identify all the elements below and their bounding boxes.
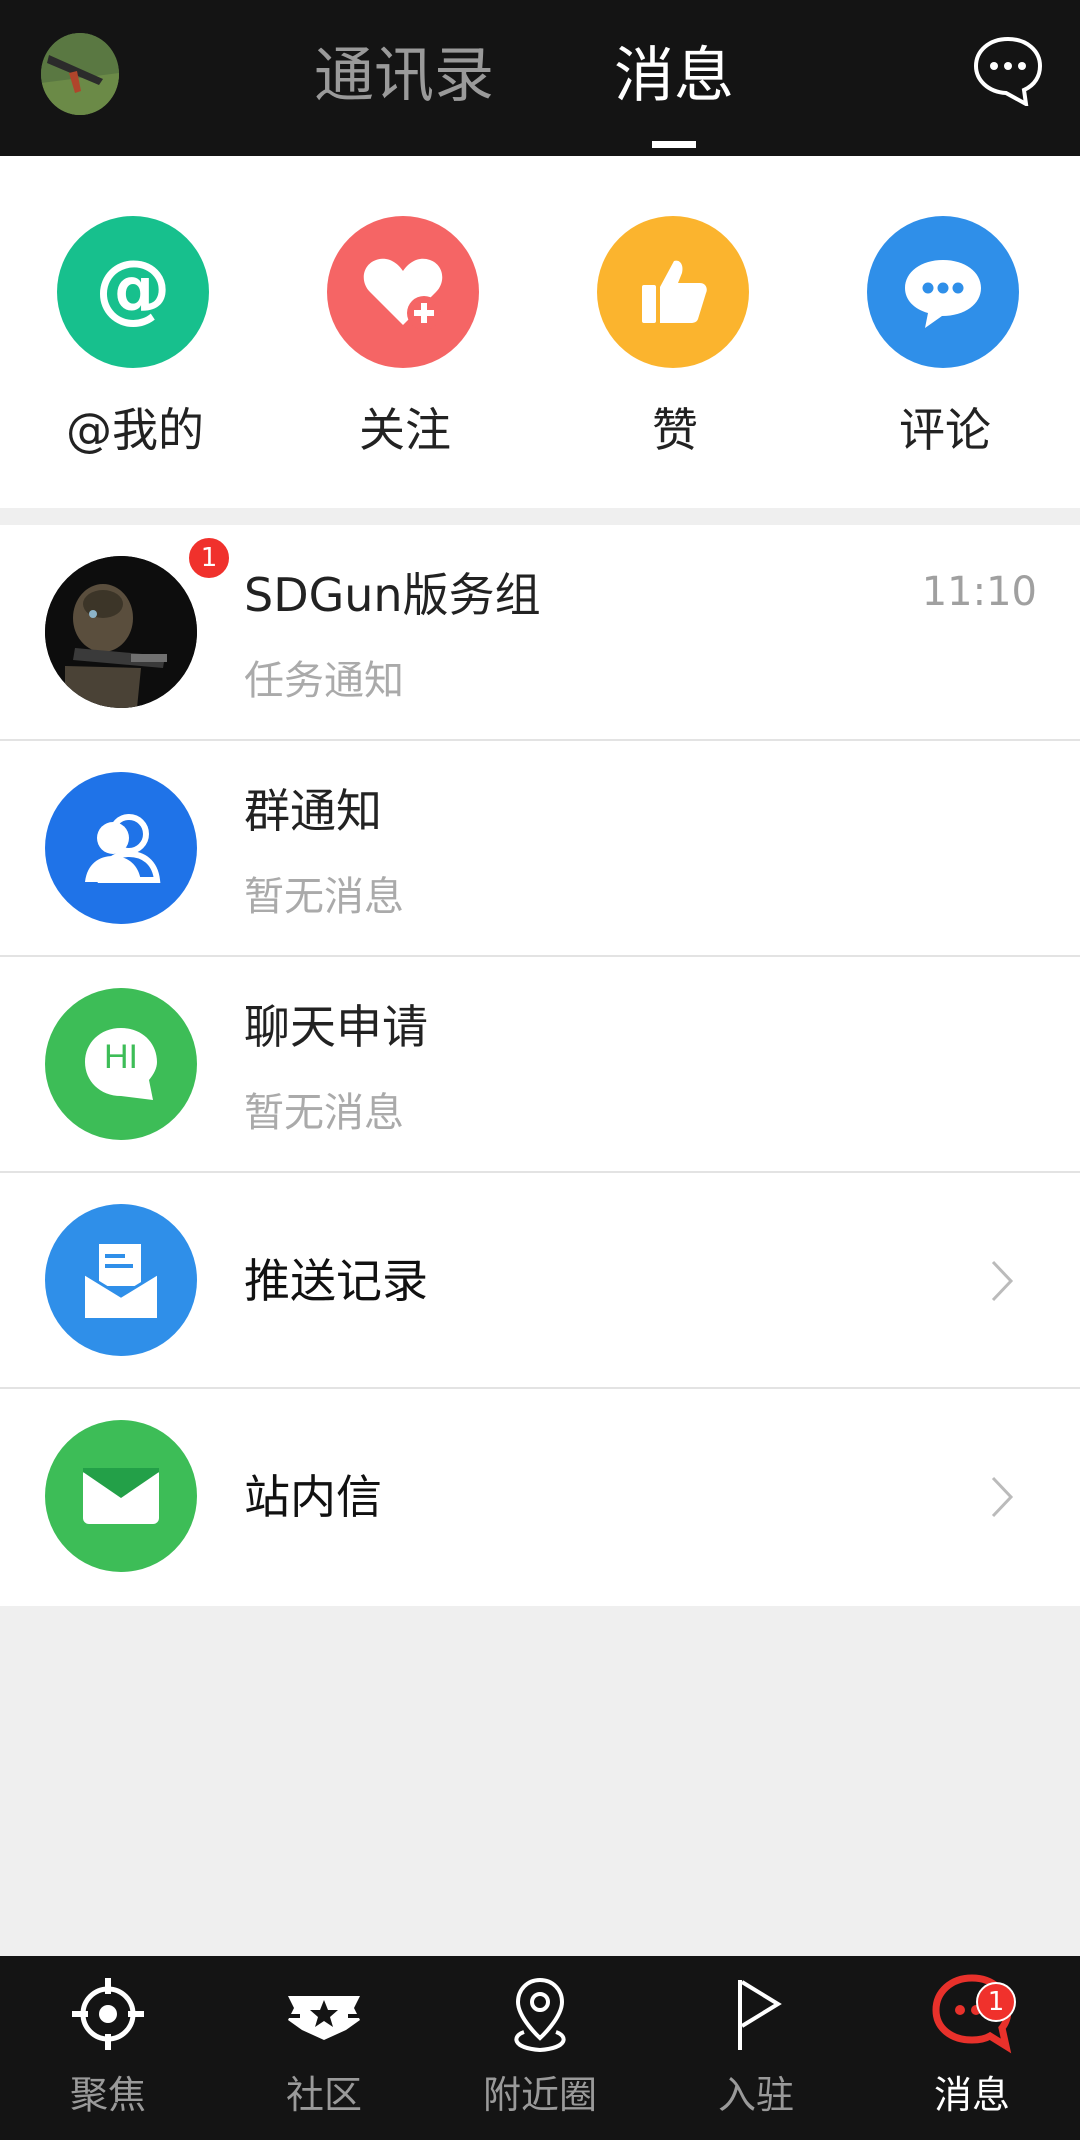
chevron-right-icon	[991, 1260, 1014, 1302]
list-item-sdgun[interactable]: 1 SDGun版务组 任务通知 11:10	[0, 525, 1080, 741]
quick-action-likes[interactable]: 赞	[540, 156, 810, 508]
unread-badge: 1	[187, 536, 231, 580]
location-pin-icon	[514, 1977, 566, 2053]
message-list: 1 SDGun版务组 任务通知 11:10 群通知 暂无消息 HI 聊天申请 暂…	[0, 525, 1080, 1606]
top-bar: 通讯录 消息	[0, 0, 1080, 156]
list-item-title: 推送记录	[244, 1254, 428, 1308]
at-icon: @	[57, 216, 209, 368]
user-avatar[interactable]	[41, 33, 119, 115]
quick-action-label: 评论	[899, 403, 991, 457]
nav-item-focus[interactable]: 聚焦	[0, 1956, 216, 2140]
list-item-subtitle: 暂无消息	[244, 1090, 404, 1136]
list-item-title: SDGun版务组	[244, 568, 541, 622]
hi-text: HI	[104, 1038, 138, 1076]
thumbs-up-icon	[597, 216, 749, 368]
list-item-title: 站内信	[244, 1470, 382, 1524]
nav-label: 社区	[285, 2073, 362, 2117]
flag-icon	[738, 1980, 782, 2050]
badge-star-icon	[288, 1996, 360, 2040]
tab-contacts[interactable]: 通讯录	[314, 38, 494, 114]
group-avatar	[45, 556, 197, 708]
nav-unread-badge: 1	[976, 1982, 1016, 2022]
chevron-right-icon	[991, 1476, 1014, 1518]
svg-text:@: @	[95, 244, 171, 332]
chat-bubble-icon[interactable]	[972, 34, 1044, 108]
list-item-title: 群通知	[244, 784, 382, 838]
list-item-group-notice[interactable]: 群通知 暂无消息	[0, 741, 1080, 957]
quick-action-mentions[interactable]: @ @我的	[0, 156, 270, 508]
mail-icon	[45, 1420, 197, 1572]
nav-label: 附近圈	[482, 2073, 597, 2117]
bottom-nav: 聚焦 社区 附近圈 入驻 消息	[0, 1956, 1080, 2140]
list-item-chat-request[interactable]: HI 聊天申请 暂无消息	[0, 957, 1080, 1173]
quick-action-label: 赞	[652, 403, 698, 457]
group-icon	[45, 772, 197, 924]
crosshair-icon	[72, 1978, 144, 2050]
list-item-subtitle: 任务通知	[244, 658, 404, 704]
tab-messages[interactable]: 消息	[614, 38, 734, 114]
quick-actions: @ @我的 关注 赞 评论	[0, 156, 1080, 508]
nav-item-nearby[interactable]: 附近圈	[432, 1956, 648, 2140]
nav-label: 聚焦	[69, 2073, 146, 2117]
active-tab-indicator	[652, 141, 696, 148]
comment-icon	[867, 216, 1019, 368]
list-item-time: 11:10	[921, 569, 1037, 615]
nav-item-community[interactable]: 社区	[216, 1956, 432, 2140]
nav-item-join[interactable]: 入驻	[648, 1956, 864, 2140]
nav-label: 入驻	[717, 2073, 794, 2117]
quick-action-follow[interactable]: 关注	[270, 156, 540, 508]
nav-label: 消息	[933, 2073, 1010, 2117]
heart-plus-icon	[327, 216, 479, 368]
hi-bubble-icon: HI	[45, 988, 197, 1140]
list-item-inbox[interactable]: 站内信	[0, 1389, 1080, 1606]
list-item-title: 聊天申请	[244, 1000, 428, 1054]
push-record-icon	[45, 1204, 197, 1356]
list-item-subtitle: 暂无消息	[244, 874, 404, 920]
list-item-push-records[interactable]: 推送记录	[0, 1173, 1080, 1389]
quick-action-label: @我的	[66, 403, 204, 457]
nav-item-messages[interactable]: 消息	[864, 1956, 1080, 2140]
quick-action-comments[interactable]: 评论	[810, 156, 1080, 508]
quick-action-label: 关注	[359, 403, 451, 457]
